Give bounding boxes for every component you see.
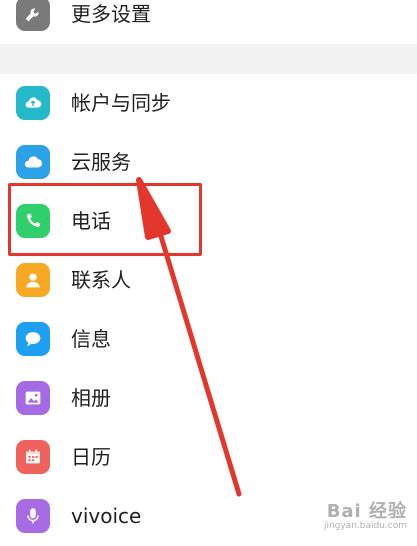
settings-item-album[interactable]: 相册 [0, 369, 417, 428]
settings-item-more-settings[interactable]: 更多设置 [0, 0, 417, 44]
settings-item-label: vivoice [71, 504, 142, 528]
settings-item-phone[interactable]: 电话 [0, 192, 417, 251]
calendar-icon [16, 440, 50, 474]
settings-item-label: 帐户与同步 [71, 91, 171, 115]
settings-item-label: 云服务 [71, 150, 131, 174]
settings-item-account-sync[interactable]: 帐户与同步 [0, 74, 417, 133]
watermark-brand: Bai 经验 [326, 501, 407, 522]
section-gap [0, 44, 417, 74]
microphone-icon [16, 499, 50, 533]
settings-item-label: 相册 [71, 386, 111, 410]
cloud-icon [16, 145, 50, 179]
settings-item-contacts[interactable]: 联系人 [0, 251, 417, 310]
wrench-icon [16, 0, 50, 31]
settings-item-label: 信息 [71, 327, 111, 351]
photo-album-icon [16, 381, 50, 415]
settings-item-label: 日历 [71, 445, 111, 469]
settings-item-label: 电话 [71, 209, 111, 233]
settings-item-cloud-service[interactable]: 云服务 [0, 133, 417, 192]
watermark: Bai 经验 jingyan.baidu.com [324, 497, 407, 531]
cloud-sync-icon [16, 86, 50, 120]
settings-item-calendar[interactable]: 日历 [0, 428, 417, 487]
settings-item-messages[interactable]: 信息 [0, 310, 417, 369]
settings-item-label: 更多设置 [71, 2, 151, 26]
phone-icon [16, 204, 50, 238]
watermark-url: jingyan.baidu.com [323, 521, 407, 531]
message-icon [16, 322, 50, 356]
settings-item-label: 联系人 [71, 268, 131, 292]
contact-icon [16, 263, 50, 297]
